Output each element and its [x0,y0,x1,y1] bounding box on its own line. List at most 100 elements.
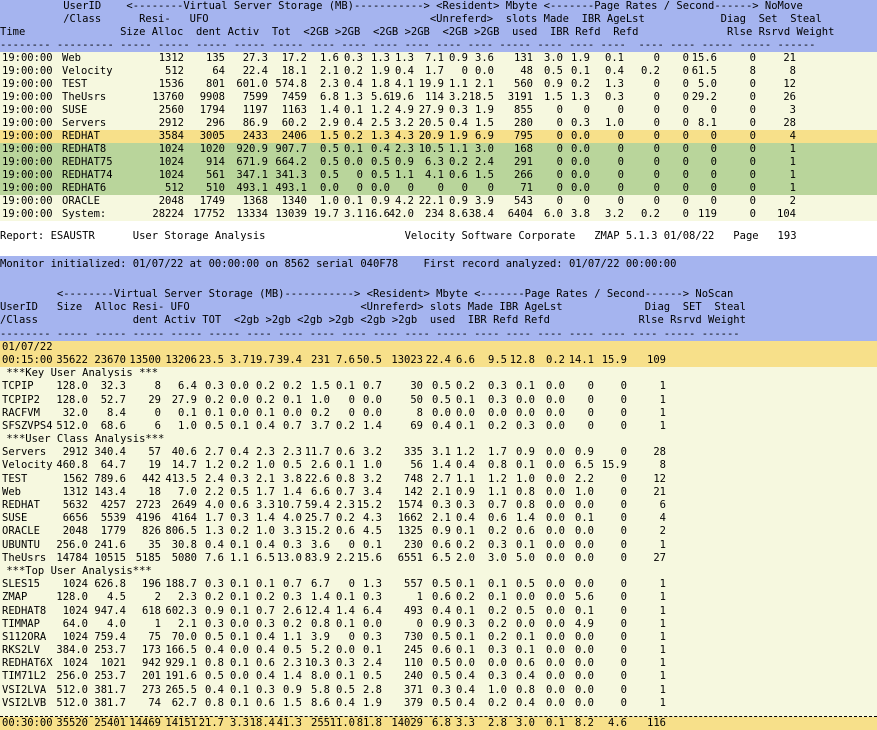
row-cell: 0.1 [605,52,624,64]
row-cell: 0.0 [575,578,594,591]
table-row: RKS2LV 384.0 253.7 173 166.5 0.4 0.0 0.4 0.5 5.2 0… [0,644,877,657]
row-cell: 0.0 [571,143,590,155]
row-cell: 1024 [158,156,184,168]
row-cell: 0.5 [432,657,451,670]
row-cell: 0.7 [283,419,302,432]
row-cell: 3.8 [283,472,302,485]
row-cell: 0 [437,182,444,194]
row-cell: 801 [206,78,225,90]
row-cell: 0 [653,156,660,168]
row-cell: 0.1 [575,512,594,525]
row-cell: 3.0 [488,551,507,564]
row-cell: 1.0 [178,419,197,432]
row-cell: 0 [710,156,717,168]
row-cell: 0 [620,472,627,485]
row-cell: 664.2 [275,156,307,168]
row-cell: 1.2 [456,446,475,459]
row-userid: REDHAT [62,130,100,142]
row-cell: 3.2 [363,472,382,485]
row-cell: 0.1 [344,195,363,207]
row-cell: 0.0 [516,617,535,630]
top-table-row: 19:00:00 TEST 1536 801 601.0 574.8 2.3 0.4 1.8 4.… [0,78,877,91]
row-cell: 3 [789,104,796,116]
row-cell: 3.1 [432,446,451,459]
row-cell: 5.6 [575,591,594,604]
row-cell: 0 [556,143,563,155]
row-cell: 13023 [391,353,423,366]
row-cell: 143.4 [94,485,126,498]
row-cell: 4.0 [283,512,302,525]
row-cell: 1 [154,617,161,630]
row-cell: 0 [620,419,627,432]
row-cell: 0.8 [516,485,535,498]
row-cell: 2.7 [432,472,451,485]
row-cell: 0.4 [371,143,390,155]
row-label: 00:15:00 [2,353,53,366]
row-cell: 71 [520,182,533,194]
row-cell: 12.8 [509,353,535,366]
monitor-line: Monitor initialized: 01/07/22 at 00:00:0… [0,258,677,270]
row-cell: 0.0 [571,169,590,181]
row-cell: 1 [789,169,796,181]
row-cell: 2.1 [475,78,494,90]
row-cell: 0 [154,406,161,419]
row-cell: 25401 [94,717,126,729]
row-cell: 7.6 [336,353,355,366]
top-table-row: 19:00:00 REDHAT74 1024 561 347.1 341.3 0.5 0 0.5… [0,169,877,182]
row-cell: 340.4 [94,446,126,459]
row-cell: 8.6 [449,208,468,220]
row-label: VSI2LVA [2,683,47,696]
row-cell: 671.9 [236,156,268,168]
row-cell: 0.1 [516,459,535,472]
row-cell: 0.0 [575,525,594,538]
row-cell: 1536 [158,78,184,90]
row-cell: 0.2 [456,591,475,604]
table-row: ORACLE 2048 1779 826 806.5 1.3 0.2 1.0 3.3 15.2 0.… [0,525,877,538]
row-cell: 1 [659,670,666,683]
table-row: ZMAP 128.0 4.5 2 2.3 0.2 0.1 0.2 0.3 1.4 0.1 0.3 1 0.… [0,591,877,604]
row-cell: 4.6 [608,717,627,729]
row-cell: 0.5 [432,670,451,683]
row-cell: 0.1 [336,459,355,472]
row-cell: 9908 [199,91,225,103]
row-cell: 22.1 [418,195,444,207]
row-cell: 0 [617,156,624,168]
row-cell: 27 [653,551,666,564]
row-cell: 6.3 [425,156,444,168]
row-cell: 0.3 [256,683,275,696]
row-cell: 6.5 [575,459,594,472]
row-cell: 2.2 [336,551,355,564]
row-time: 19:00:00 [2,130,53,142]
row-cell: 60.2 [281,117,307,129]
top-report-section: UserID <--------Virtual Server Storage (… [0,0,877,221]
row-cell: 68.6 [100,419,126,432]
row-cell: 0 [682,156,689,168]
row-cell: 1.1 [456,472,475,485]
row-cell: 3005 [199,130,225,142]
row-cell: 0.1 [256,578,275,591]
row-cell: 0.0 [283,406,302,419]
row-cell: 7.0 [178,485,197,498]
row-time: 19:00:00 [2,143,53,155]
top-table-row: 19:00:00 TheUsrs 13760 9908 7599 7459 6.8 1.3 5.… [0,91,877,104]
row-cell: 69 [410,419,423,432]
row-cell: 14784 [56,551,88,564]
row-userid: SUSE [62,104,88,116]
row-cell: 1.4 [516,512,535,525]
row-cell: 0.6 [336,446,355,459]
row-cell: 6.5 [256,551,275,564]
row-cell: 3.2 [363,446,382,459]
row-cell: 384.0 [56,644,88,657]
row-cell: 240 [404,670,423,683]
row-cell: 0.5 [432,630,451,643]
row-userid: REDHAT8 [62,143,107,155]
row-cell: 0 [682,195,689,207]
row-cell: 512 [165,65,184,77]
row-cell: 1.1 [230,551,249,564]
row-cell: 23670 [94,353,126,366]
row-cell: 21 [783,52,796,64]
table-row: REDHAT6X 1024 1021 942 929.1 0.8 0.1 0.6 2.3 10.3… [0,657,877,670]
row-label: TheUsrs [2,551,47,564]
row-time: 19:00:00 [2,182,53,194]
row-cell: 0 [653,195,660,207]
